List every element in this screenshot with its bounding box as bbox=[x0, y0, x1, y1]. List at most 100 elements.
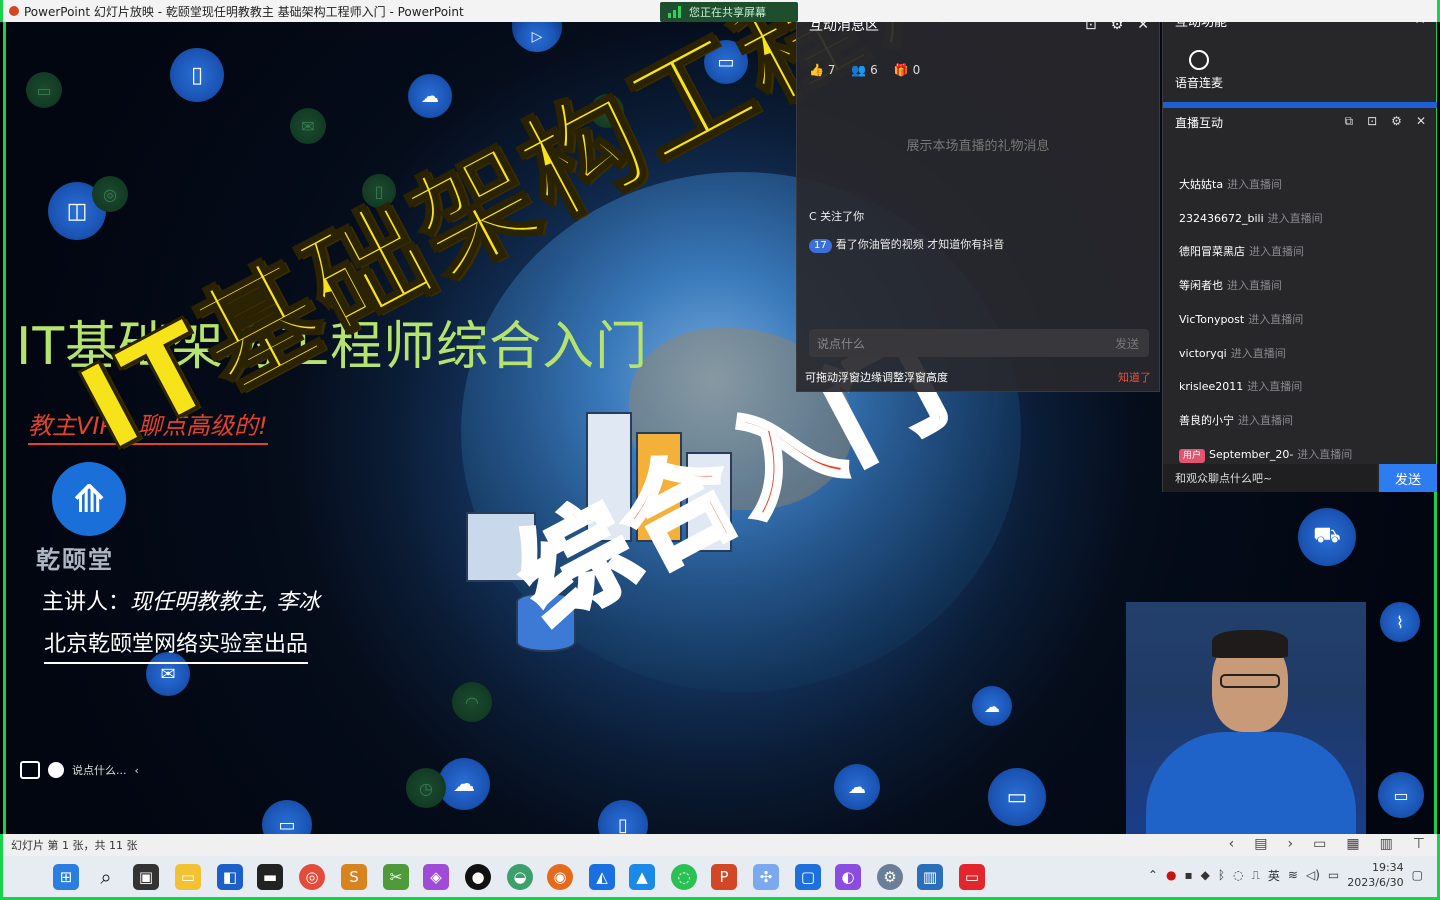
tray-app-icon-2[interactable]: ◆ bbox=[1201, 868, 1210, 882]
microphone-tray-icon[interactable]: ⎍ bbox=[1252, 868, 1260, 883]
message-list: C 关注了你 17 看了你油管的视频 才知道你有抖音 bbox=[809, 203, 1004, 259]
folder-bubble-icon-4: ▭ bbox=[262, 800, 312, 834]
video-bubble-icon: ▷ bbox=[512, 22, 562, 52]
message-panel[interactable]: 互动消息区 ⊡ ⚙ ✕ 👍 7 👥 6 🎁 0 展示本场直播的礼物消息 C 关注… bbox=[796, 2, 1160, 392]
presenter-webcam bbox=[1126, 602, 1366, 834]
powerpoint-taskbar-icon[interactable]: P bbox=[711, 864, 737, 890]
terminal-icon[interactable]: ▬ bbox=[257, 864, 283, 890]
slide-counter: 幻灯片 第 1 张，共 11 张 bbox=[11, 839, 138, 852]
start-icon[interactable]: ⊞ bbox=[53, 864, 79, 890]
app-icon-violet[interactable]: ◐ bbox=[835, 864, 861, 890]
app-icon-mountain[interactable]: ▲ bbox=[629, 864, 655, 890]
list-item: 等闲者也 进入直播间 bbox=[1179, 279, 1282, 293]
people-bubble-icon: ◎ bbox=[92, 176, 128, 212]
list-item: victoryqi 进入直播间 bbox=[1179, 346, 1286, 360]
folder-bubble-icon-3: ▭ bbox=[1378, 772, 1424, 818]
clock[interactable]: 19:34 2023/6/30 bbox=[1347, 860, 1403, 890]
previous-slide-icon[interactable]: ‹ bbox=[1229, 836, 1235, 852]
list-item: 232436672_bili 进入直播间 bbox=[1179, 211, 1323, 225]
system-tray: ⌃ ● ▪ ◆ ᛒ ◌ ⎍ 英 ≋ ◁) ▭ 19:34 2023/6/30 ▢ bbox=[1148, 860, 1423, 890]
powerpoint-icon bbox=[9, 6, 19, 16]
level-badge: 17 bbox=[809, 239, 832, 253]
notification-icon[interactable]: ▢ bbox=[1412, 868, 1423, 882]
viewers-count: 6 bbox=[870, 63, 878, 77]
message-item: C 关注了你 bbox=[809, 203, 1004, 231]
popout-icon[interactable]: ⧉ bbox=[1345, 114, 1354, 129]
screen-share-indicator[interactable]: 您正在共享屏幕 bbox=[660, 2, 798, 22]
message-send-button[interactable]: 发送 bbox=[1115, 335, 1139, 352]
collapse-chevron-icon[interactable]: ‹ bbox=[135, 764, 139, 777]
live-interaction-label: 直播互动 bbox=[1175, 116, 1224, 130]
message-text: C 关注了你 bbox=[809, 210, 865, 223]
logo-text: 乾颐堂 bbox=[36, 546, 114, 574]
screen-share-icon[interactable] bbox=[20, 761, 40, 779]
app-icon-chart[interactable]: ▥ bbox=[917, 864, 943, 890]
clock-date: 2023/6/30 bbox=[1347, 876, 1404, 889]
volume-icon[interactable]: ◁) bbox=[1306, 868, 1320, 882]
audience-chat-input[interactable]: 和观众聊点什么吧~ bbox=[1163, 464, 1377, 492]
input-method-icon[interactable]: 英 bbox=[1268, 867, 1280, 884]
phone-bubble-icon: ▯ bbox=[170, 48, 224, 102]
producer-line: 北京乾颐堂网络实验室出品 bbox=[44, 626, 309, 664]
sublime-text-icon[interactable]: S bbox=[341, 864, 367, 890]
bluetooth-icon[interactable]: ᛒ bbox=[1218, 868, 1225, 882]
app-icon-purple[interactable]: ◈ bbox=[423, 864, 449, 890]
list-item: 德阳冒菜黑店 进入直播间 bbox=[1179, 245, 1304, 259]
voice-connect-label: 语音连麦 bbox=[1175, 76, 1224, 90]
live-divider bbox=[1163, 102, 1437, 108]
tray-record-icon[interactable]: ● bbox=[1166, 868, 1176, 882]
settings-gear-icon[interactable]: ⚙ bbox=[877, 864, 903, 890]
gift-placeholder: 展示本场直播的礼物消息 bbox=[906, 139, 1050, 154]
phone-bubble-icon-2: ▯ bbox=[598, 800, 648, 834]
app-icon-blue[interactable]: ◭ bbox=[589, 864, 615, 890]
likes-count: 7 bbox=[827, 63, 836, 77]
voice-connect-button[interactable]: 语音连麦 bbox=[1175, 50, 1223, 91]
chart-bubble-icon-2: ⌇ bbox=[1380, 602, 1420, 642]
app-icon-network[interactable]: ✣ bbox=[753, 864, 779, 890]
slide-sorter-icon[interactable]: ▦ bbox=[1346, 836, 1359, 852]
chrome-icon[interactable]: ◎ bbox=[299, 864, 325, 890]
list-item: krislee2011 进入直播间 bbox=[1179, 380, 1303, 394]
microphone-icon bbox=[1189, 50, 1209, 70]
record-icon[interactable]: ● bbox=[465, 864, 491, 890]
tray-chevron-icon[interactable]: ⌃ bbox=[1148, 868, 1158, 882]
vpn-icon[interactable]: ◒ bbox=[507, 864, 533, 890]
wechat-icon[interactable]: ◌ bbox=[671, 864, 697, 890]
window-title: PowerPoint 幻灯片放映 - 乾颐堂现任明教教主 基础架构工程师入门 -… bbox=[24, 4, 464, 19]
lock-icon[interactable]: ⊡ bbox=[1367, 114, 1377, 129]
app-icon-monitor[interactable]: ▢ bbox=[795, 864, 821, 890]
close-icon[interactable]: ✕ bbox=[1416, 114, 1426, 129]
store-icon[interactable]: ◧ bbox=[217, 864, 243, 890]
firefox-icon[interactable]: ◉ bbox=[547, 864, 573, 890]
search-icon[interactable]: ⌕ bbox=[93, 864, 119, 890]
wechat-tray-icon[interactable]: ◌ bbox=[1233, 868, 1243, 882]
clock-time: 19:34 bbox=[1371, 861, 1404, 874]
normal-view-icon[interactable]: ▭ bbox=[1313, 836, 1326, 852]
snipping-tool-icon[interactable]: ✂ bbox=[383, 864, 409, 890]
audience-send-button[interactable]: 发送 bbox=[1379, 464, 1437, 492]
gifts-count: 0 bbox=[912, 63, 921, 77]
slide-menu-icon[interactable]: ▤ bbox=[1254, 836, 1267, 852]
slideshow-view-icon[interactable]: ⊤ bbox=[1413, 836, 1425, 852]
wifi-icon[interactable]: ≋ bbox=[1288, 868, 1298, 882]
app-icon-red[interactable]: ▭ bbox=[959, 864, 985, 890]
gifts-stat: 🎁 0 bbox=[893, 63, 921, 77]
battery-icon[interactable]: ▭ bbox=[1328, 868, 1339, 882]
file-explorer-icon[interactable]: ▭ bbox=[175, 864, 201, 890]
function-panel[interactable]: 互动功能 ✕ 语音连麦 直播互动 ⧉ ⊡ ⚙ ✕ 大姑姑ta进入直播间 2324… bbox=[1162, 2, 1437, 492]
emoji-icon[interactable] bbox=[48, 762, 64, 778]
message-item: 17 看了你油管的视频 才知道你有抖音 bbox=[809, 231, 1004, 259]
slide-chat-input[interactable]: 说点什么... bbox=[72, 762, 127, 778]
tip-dismiss-button[interactable]: 知道了 bbox=[1118, 369, 1151, 385]
tray-app-icon[interactable]: ▪ bbox=[1184, 868, 1192, 882]
next-slide-icon[interactable]: › bbox=[1287, 836, 1293, 852]
speaker-label: 主讲人： bbox=[42, 590, 131, 615]
reading-view-icon[interactable]: ▥ bbox=[1380, 836, 1393, 852]
slideshow-status-bar: 幻灯片 第 1 张，共 11 张 ‹ ▤ › ▭ ▦ ▥ ⊤ bbox=[0, 834, 1440, 856]
share-status-text: 您正在共享屏幕 bbox=[689, 6, 766, 19]
settings-icon[interactable]: ⚙ bbox=[1391, 114, 1402, 129]
likes-stat: 👍 7 bbox=[809, 63, 836, 77]
message-input[interactable]: 说点什么 发送 bbox=[809, 329, 1149, 357]
task-view-icon[interactable]: ▣ bbox=[133, 864, 159, 890]
slide-chat-bar[interactable]: 说点什么... ‹ bbox=[20, 758, 139, 782]
